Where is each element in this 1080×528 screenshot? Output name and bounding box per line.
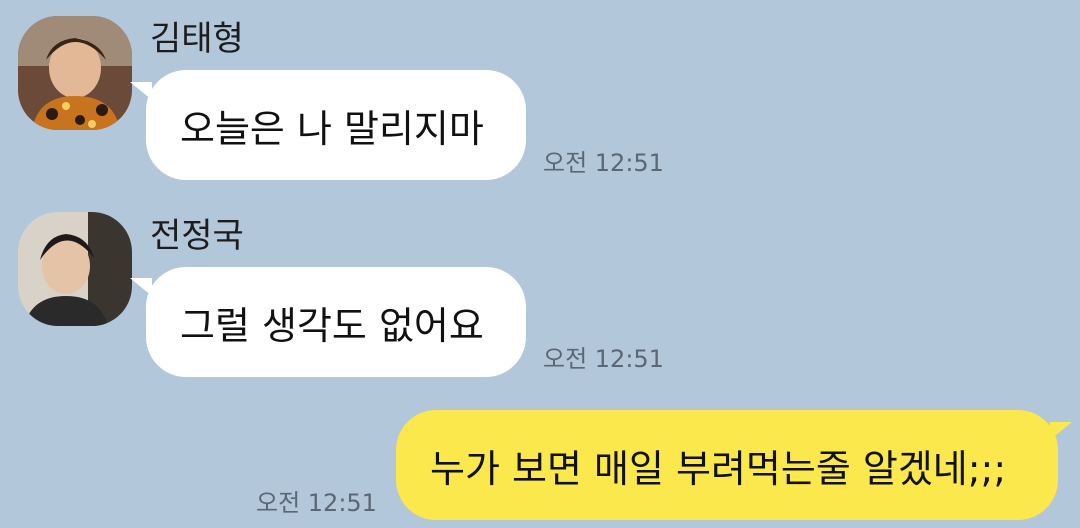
message-time: 오전 12:51 bbox=[543, 149, 664, 177]
message-bubble[interactable]: 오늘은 나 말리지마 bbox=[146, 70, 526, 180]
chat-room: 김태형 오늘은 나 말리지마 오전 12:51 전정국 그럴 생각도 없어요 오… bbox=[0, 0, 1080, 528]
sender-name: 김태형 bbox=[150, 19, 244, 59]
message-bubble[interactable]: 누가 보면 매일 부려먹는줄 알겠네;;; bbox=[396, 410, 1058, 520]
sender-avatar-icon[interactable] bbox=[18, 16, 132, 130]
message-time: 오전 12:51 bbox=[256, 489, 377, 517]
message-text: 그럴 생각도 없어요 bbox=[180, 303, 484, 348]
bubble-tail bbox=[1050, 422, 1072, 440]
message-text: 누가 보면 매일 부려먹는줄 알겠네;;; bbox=[430, 446, 1007, 491]
sender-avatar-icon[interactable] bbox=[18, 212, 132, 326]
message-text: 오늘은 나 말리지마 bbox=[180, 106, 484, 151]
message-time: 오전 12:51 bbox=[543, 345, 664, 373]
message-bubble[interactable]: 그럴 생각도 없어요 bbox=[146, 267, 526, 377]
sender-name: 전정국 bbox=[150, 216, 244, 256]
